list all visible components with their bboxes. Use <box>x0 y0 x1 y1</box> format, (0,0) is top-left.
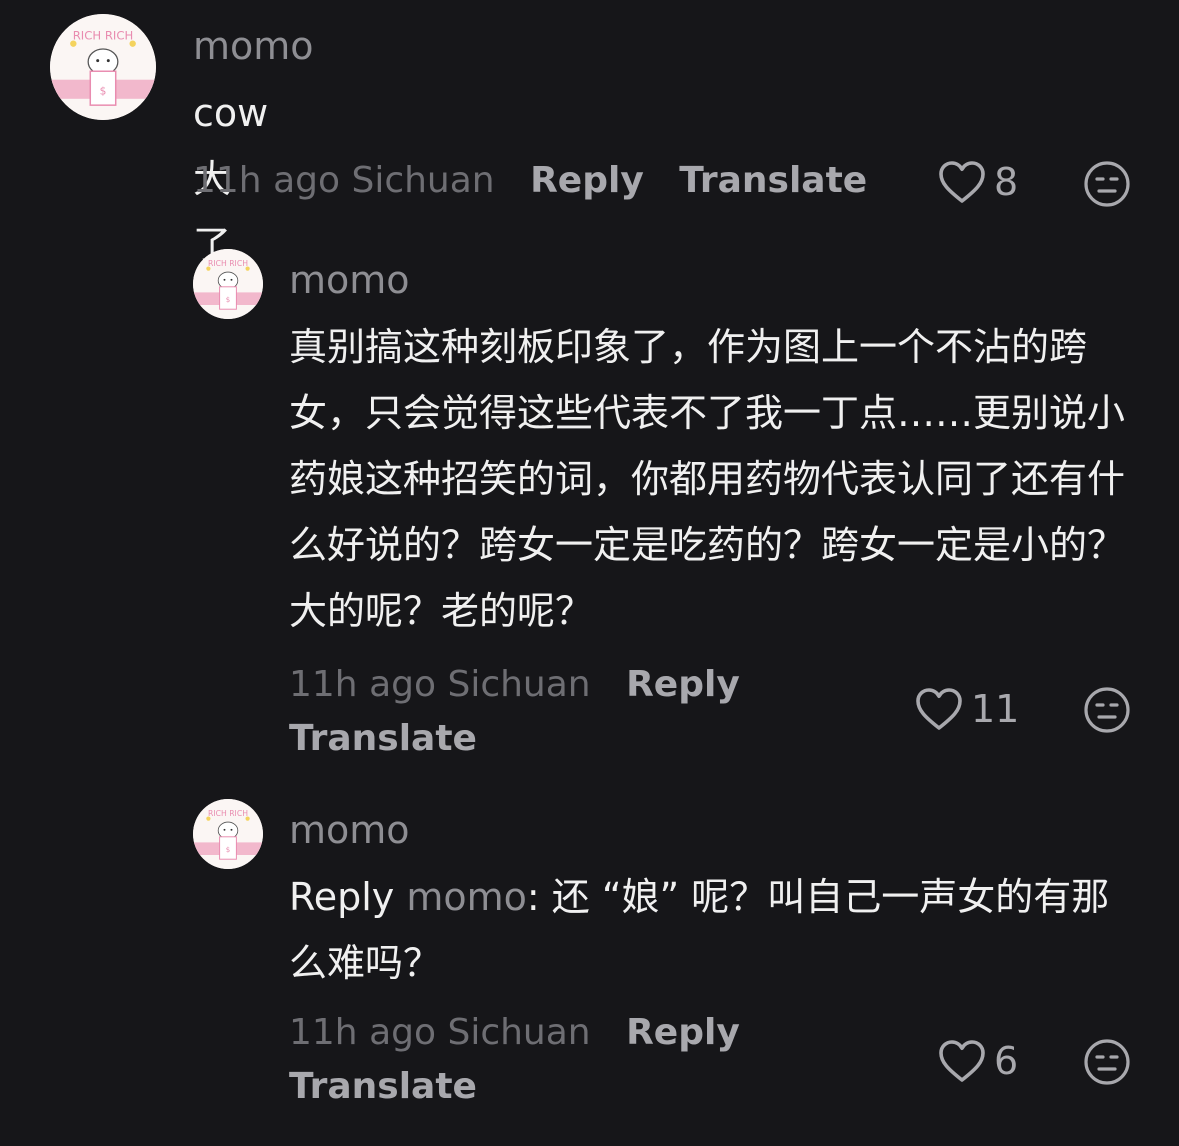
location: Sichuan <box>351 160 495 201</box>
like-count: 8 <box>994 160 1019 204</box>
timestamp: 11h ago <box>193 160 341 201</box>
reply-prefix: Reply <box>289 875 395 919</box>
dislike-button[interactable] <box>1083 160 1131 212</box>
dislike-button[interactable] <box>1083 1038 1131 1090</box>
username[interactable]: momo <box>289 258 410 302</box>
username[interactable]: momo <box>193 24 314 68</box>
meh-face-icon <box>1084 687 1130 733</box>
reply-to-username[interactable]: momo <box>406 875 527 919</box>
username[interactable]: momo <box>289 808 410 852</box>
like-count: 11 <box>971 687 1020 731</box>
comment-text: 真别搞这种刻板印象了，作为图上一个不沾的跨女，只会觉得这些代表不了我一丁点……更… <box>289 325 1126 633</box>
dislike-button[interactable] <box>1083 686 1131 738</box>
location: Sichuan <box>447 664 591 705</box>
like-count: 6 <box>994 1039 1019 1083</box>
avatar-text: RICH RICH <box>208 259 248 268</box>
avatar-text: RICH RICH <box>73 28 134 42</box>
like-button[interactable]: 8 <box>938 160 1018 204</box>
heart-icon <box>916 688 962 730</box>
reply-button[interactable]: Reply <box>530 160 644 201</box>
timestamp: 11h ago <box>289 1012 437 1053</box>
translate-button[interactable]: Translate <box>679 160 867 201</box>
avatar[interactable]: RICH RICH $ <box>50 14 156 120</box>
heart-icon <box>939 1040 985 1082</box>
meh-face-icon <box>1084 161 1130 207</box>
svg-text:$: $ <box>226 296 230 304</box>
avatar-image: RICH RICH $ <box>50 14 156 120</box>
translate-button[interactable]: Translate <box>289 718 477 759</box>
avatar[interactable]: RICH RICH $ <box>193 249 263 319</box>
comment-meta: 11h ago Sichuan Reply Translate <box>193 160 867 201</box>
comment-meta: 11h ago Sichuan Reply Translate <box>289 658 849 766</box>
translate-button[interactable]: Translate <box>289 1066 477 1107</box>
reply-button[interactable]: Reply <box>626 1012 740 1053</box>
meh-face-icon <box>1084 1039 1130 1085</box>
heart-icon <box>939 161 985 203</box>
comment-text: Reply momo: 还 “娘” 呢？叫自己一声女的有那么难吗？ <box>289 864 1129 996</box>
location: Sichuan <box>447 1012 591 1053</box>
svg-text:$: $ <box>100 86 107 98</box>
reply-button[interactable]: Reply <box>626 664 740 705</box>
avatar-image: RICH RICH $ <box>193 799 263 869</box>
comment-meta: 11h ago Sichuan Reply Translate <box>289 1006 849 1114</box>
timestamp: 11h ago <box>289 664 437 705</box>
avatar-image: RICH RICH $ <box>193 249 263 319</box>
like-button[interactable]: 6 <box>938 1039 1018 1083</box>
like-button[interactable]: 11 <box>915 687 1019 731</box>
svg-text:$: $ <box>226 846 230 854</box>
avatar-text: RICH RICH <box>208 809 248 818</box>
avatar[interactable]: RICH RICH $ <box>193 799 263 869</box>
